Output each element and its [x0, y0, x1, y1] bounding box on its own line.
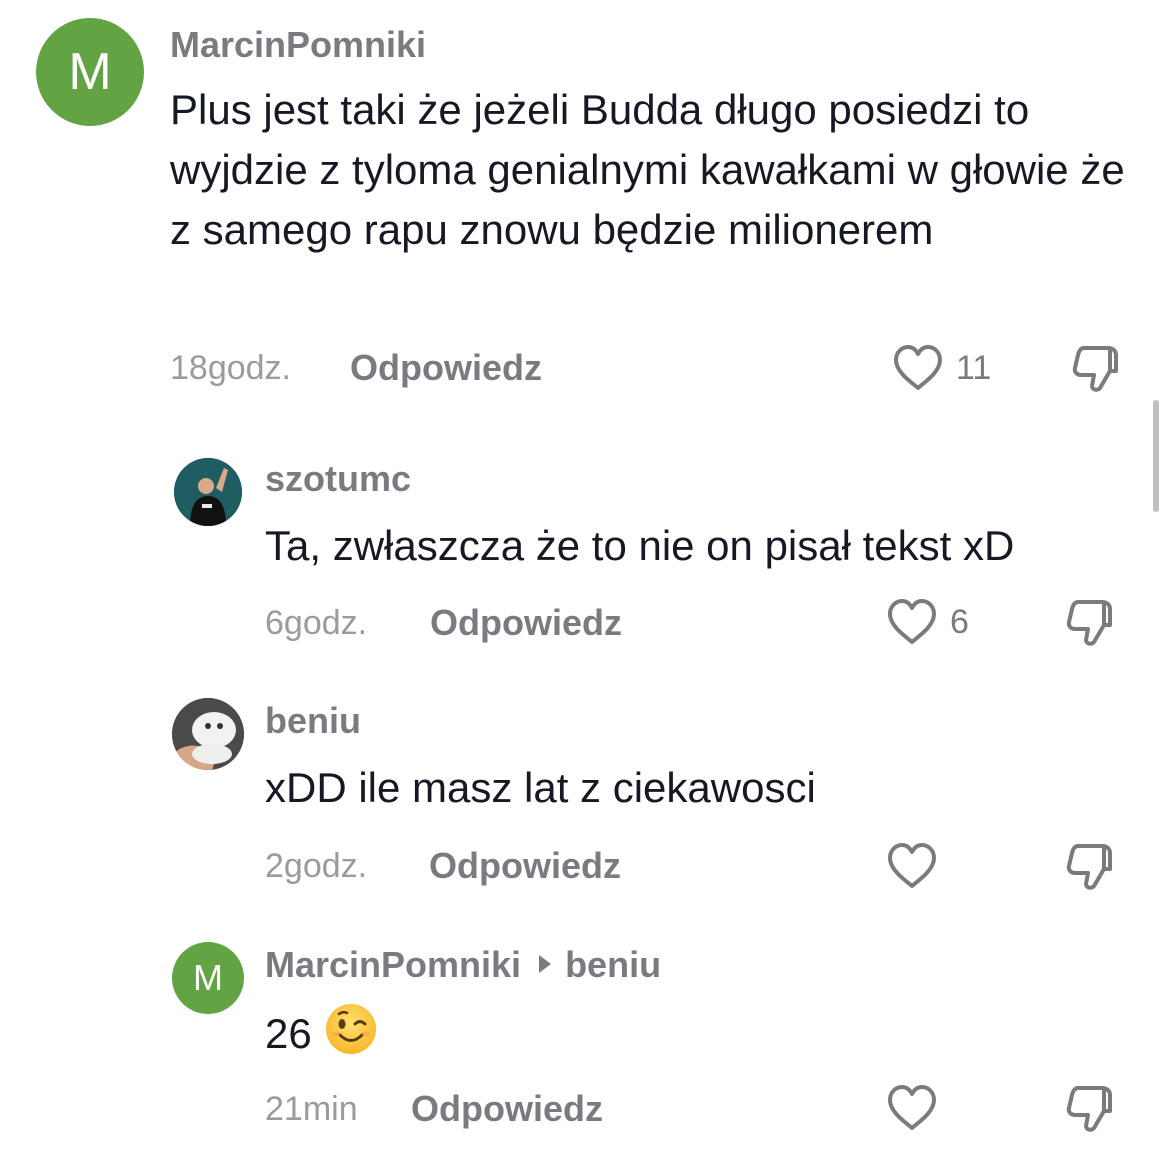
reply-button[interactable]: Odpowiedz: [411, 1088, 603, 1130]
dislike-button[interactable]: [1064, 842, 1118, 897]
thumbs-down-icon: [1072, 346, 1118, 392]
thumbs-down-icon: [1066, 844, 1112, 890]
reply-button[interactable]: Odpowiedz: [429, 845, 621, 887]
avatar[interactable]: M: [172, 942, 244, 1014]
comment-username[interactable]: szotumc: [265, 458, 411, 500]
like-button[interactable]: [886, 842, 950, 890]
heart-icon: [888, 599, 936, 644]
scrollbar[interactable]: [1153, 400, 1159, 512]
comment-username[interactable]: MarcinPomniki: [170, 24, 426, 66]
comment-text: xDD ile masz lat z ciekawosci: [265, 764, 816, 811]
comment-time: 2godz.: [265, 847, 368, 885]
reply-to-user[interactable]: beniu: [565, 944, 661, 985]
comment-text: Ta, zwłaszcza że to nie on pisał tekst x…: [265, 522, 1015, 569]
heart-icon: [894, 345, 942, 390]
avatar-letter: M: [193, 957, 223, 998]
avatar[interactable]: M: [36, 18, 144, 126]
thumbs-down-icon: [1066, 1086, 1112, 1132]
winking-face-emoji-icon: [324, 1002, 378, 1072]
thumbs-down-icon: [1066, 600, 1112, 646]
like-button[interactable]: 11: [892, 344, 991, 392]
reply-item: szotumc Ta, zwłaszcza że to nie on pisał…: [0, 440, 1170, 670]
comment-text-value: 26: [265, 1010, 312, 1058]
dislike-button[interactable]: [1070, 344, 1124, 399]
comment-time: 18godz.: [170, 349, 291, 387]
comment-username[interactable]: beniu: [265, 700, 361, 742]
like-count: 11: [956, 348, 992, 387]
comment-time: 21min: [265, 1090, 358, 1128]
reply-author[interactable]: MarcinPomniki: [265, 944, 521, 985]
heart-icon: [888, 843, 936, 888]
dislike-button[interactable]: [1064, 1084, 1118, 1139]
reply-item: beniu xDD ile masz lat z ciekawosci 2god…: [0, 690, 1170, 920]
reply-button[interactable]: Odpowiedz: [350, 347, 542, 389]
avatar[interactable]: [172, 698, 244, 770]
like-button[interactable]: 6: [886, 598, 969, 646]
avatar[interactable]: [174, 458, 242, 526]
reply-item: M MarcinPomniki beniu 26 21min Odpowiedz: [0, 930, 1170, 1158]
avatar-photo: [172, 698, 244, 770]
reply-arrow-icon: [539, 955, 552, 974]
comment-text: 26: [265, 1002, 1135, 1072]
avatar-photo: [174, 458, 242, 526]
comment-item: M MarcinPomniki Plus jest taki że jeżeli…: [0, 0, 1170, 400]
comment-username: MarcinPomniki beniu: [265, 944, 661, 986]
like-button[interactable]: [886, 1084, 950, 1132]
comment-time: 6godz.: [265, 604, 368, 642]
reply-button[interactable]: Odpowiedz: [430, 602, 622, 644]
comment-text: Plus jest taki że jeżeli Budda długo pos…: [170, 86, 1125, 253]
dislike-button[interactable]: [1064, 598, 1118, 653]
heart-icon: [888, 1085, 936, 1130]
avatar-letter: M: [68, 43, 112, 101]
like-count: 6: [950, 602, 969, 641]
